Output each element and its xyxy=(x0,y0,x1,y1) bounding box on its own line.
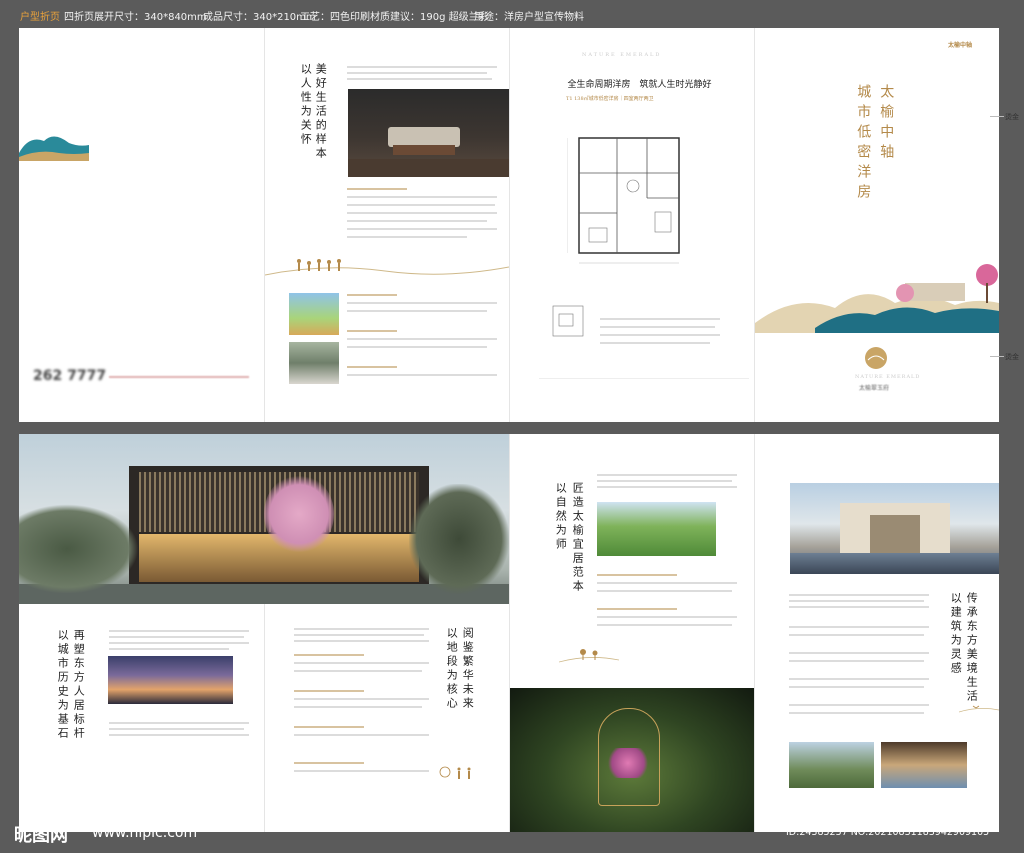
fold-line xyxy=(754,28,755,422)
seniors-exercise-photo xyxy=(289,342,339,384)
brochure-outer-side: 262 7777 美好生活的样本 以人性为关怀 NATURE EMERALD 全… xyxy=(19,28,999,422)
hot-stamp-label: 烫金 xyxy=(1005,113,1019,121)
headline-col1: 匠造太榆宜居范本 xyxy=(571,482,585,594)
city-night-photo xyxy=(108,656,233,704)
spec-usage: 用途：洋房户型宣传物料 xyxy=(474,12,584,23)
image-id: ID:24385257 NO:20210831183942909105 xyxy=(786,827,990,838)
villa-exterior-photo xyxy=(789,742,874,788)
park-bench-photo xyxy=(597,502,716,556)
site-logo: 昵图网 xyxy=(14,825,68,846)
spec-material: 材质建议：190g 超级兰彩 xyxy=(370,12,489,23)
landscape-illustration xyxy=(755,264,999,333)
hot-stamp-label: 烫金 xyxy=(1005,353,1019,361)
living-room-photo xyxy=(348,89,509,177)
headline-col2: 以城市历史为基石 xyxy=(56,629,70,741)
birdcage-garden-photo xyxy=(510,688,754,832)
playground-photo xyxy=(289,293,339,335)
headline-col2: 以建筑为灵感 xyxy=(949,592,963,676)
headline-col2: 以人性为关怀 xyxy=(299,63,313,147)
bird-ornament-icon xyxy=(959,705,999,713)
spec-bar: 户型折页 四折页 展开尺寸：340*840mm 成品尺寸：340*210mm 工… xyxy=(0,0,1024,28)
fold-line xyxy=(264,28,265,422)
spec-process: 工艺：四色印刷 xyxy=(300,12,370,23)
headline-col1: 再塑东方人居标杆 xyxy=(72,629,86,741)
address-blur xyxy=(109,376,249,378)
spec-fold: 四折页 xyxy=(64,12,94,23)
headline-col2: 以自然为师 xyxy=(554,482,568,552)
villa-interior-photo xyxy=(881,742,967,788)
cover-headline-col2: 城市低密洋房 xyxy=(855,84,872,204)
sales-center-photo xyxy=(19,434,509,604)
floor-plan-drawing xyxy=(567,137,680,264)
fold-line xyxy=(509,28,510,422)
fold-line xyxy=(264,604,265,832)
cover-brand-cn: 太榆翠玉府 xyxy=(859,385,890,392)
headline-col2: 以地段为核心 xyxy=(445,627,459,711)
mountain-ornament-icon xyxy=(19,136,89,161)
brand-emblem-icon xyxy=(865,347,887,369)
headline-col1: 传承东方美境生活 xyxy=(965,592,979,704)
brochure-inner-side: 再塑东方人居标杆 以城市历史为基石 阅鉴繁华未来 以地段为核心 匠造太榆宜居范本… xyxy=(19,434,999,832)
people-ornament-icon xyxy=(439,766,471,779)
cover-brand-en: NATURE EMERALD xyxy=(855,374,921,380)
tree-ornament-icon xyxy=(559,649,619,663)
developer-logo: 太榆中轴 xyxy=(948,42,973,49)
hotline-phone: 262 7777 xyxy=(33,368,107,384)
headline-col1: 美好生活的样本 xyxy=(314,63,328,161)
plan-subtitle: T1 138㎡城市低密洋房｜四室两厅两卫 xyxy=(566,96,654,102)
key-plan-drawing xyxy=(552,305,584,337)
family-silhouette-icon xyxy=(265,259,509,276)
spec-title: 户型折页 xyxy=(20,12,60,23)
spec-final-size: 成品尺寸：340*210mm xyxy=(203,12,316,23)
site-url: www.nipic.com xyxy=(92,825,198,841)
panel-en-subtitle: NATURE EMERALD xyxy=(582,52,662,58)
entrance-gate-photo xyxy=(790,483,999,574)
headline-col1: 阅鉴繁华未来 xyxy=(461,627,475,711)
cover-headline-col1: 太榆中轴 xyxy=(878,84,895,164)
spec-unfold-size: 展开尺寸：340*840mm xyxy=(94,12,207,23)
watermark-bar: 昵图网 www.nipic.com ID:24385257 NO:2021083… xyxy=(0,825,1024,853)
fold-line xyxy=(754,434,755,832)
plan-title: 全生命周期洋房 筑就人生时光静好 xyxy=(567,80,712,90)
